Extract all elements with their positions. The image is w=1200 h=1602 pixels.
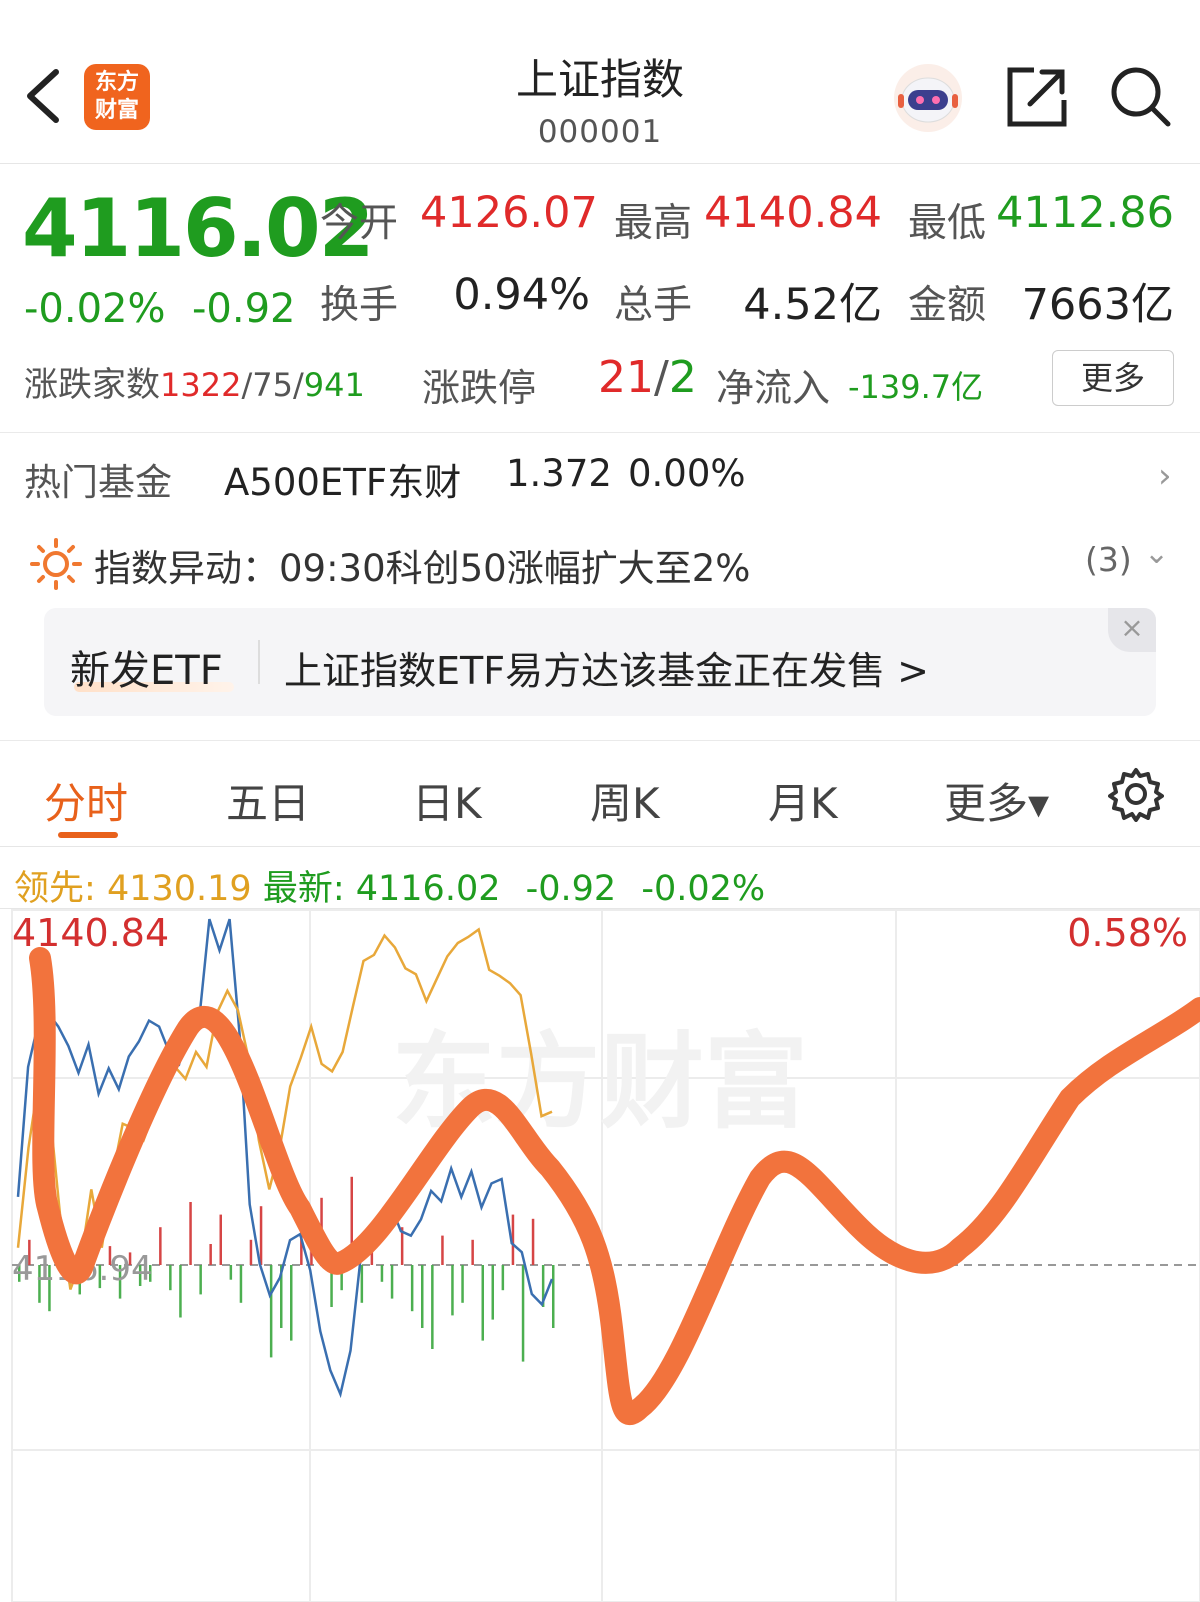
breadth-label: 涨跌家数	[24, 365, 160, 405]
volume-bar	[239, 1265, 243, 1303]
volume-bar	[501, 1265, 505, 1291]
index-alert-text[interactable]: 指数异动：09:30科创50涨幅扩大至2%	[94, 538, 750, 592]
y-max-pct-label: 0.58%	[1067, 911, 1188, 955]
volume-bar	[229, 1265, 233, 1280]
hot-fund-change: 0.00%	[628, 452, 746, 495]
breadth-up: 1322	[160, 366, 242, 404]
tab-weekly-k[interactable]: 周K	[590, 770, 660, 831]
sun-icon	[30, 538, 82, 590]
active-tab-indicator	[58, 832, 118, 838]
volume-value: 4.52亿	[743, 280, 882, 330]
open-value: 4126.07	[420, 188, 598, 238]
volume-bar	[441, 1235, 444, 1265]
limit-value: 21/2	[598, 352, 697, 403]
volume-bar	[552, 1265, 555, 1328]
breadth-flat: 75	[252, 366, 293, 404]
amount-label: 金额	[908, 283, 987, 328]
volume-bar	[189, 1202, 192, 1265]
tab-five-day[interactable]: 五日	[226, 770, 310, 831]
volume-bar	[269, 1265, 273, 1358]
limit-up: 21	[598, 352, 654, 403]
change-percent: -0.02%	[24, 286, 166, 332]
volume-bar	[169, 1265, 172, 1291]
change-value: -0.92	[192, 286, 296, 332]
chevron-down-icon[interactable]: ⌄	[1144, 536, 1169, 571]
turnover-label: 换手	[320, 283, 399, 328]
last-change: -0.92	[525, 869, 617, 909]
gear-icon[interactable]	[1108, 766, 1164, 822]
divider	[0, 740, 1200, 741]
volume-bar	[179, 1265, 182, 1318]
last-value: 4116.02	[355, 869, 501, 909]
volume-bar	[259, 1206, 263, 1265]
chart-legend: 领先: 4130.19 最新: 4116.02 -0.92 -0.02%	[14, 860, 765, 911]
volume-bar	[199, 1265, 202, 1295]
banner-tag: 新发ETF	[70, 648, 223, 694]
volume-bar	[531, 1218, 535, 1265]
etf-banner[interactable]: 新发ETF 上证指数ETF易方达该基金正在发售 > ×	[44, 608, 1156, 716]
lead-label: 领先:	[14, 869, 96, 909]
volume-bar	[360, 1265, 364, 1303]
volume-bar	[451, 1265, 454, 1316]
volume-bar	[219, 1214, 222, 1265]
tab-more[interactable]: 更多▾	[944, 770, 1049, 831]
banner-separator	[258, 640, 260, 684]
high-label: 最高	[614, 201, 693, 246]
close-icon[interactable]: ×	[1108, 608, 1156, 652]
divider	[0, 846, 1200, 847]
breadth-down: 941	[303, 366, 365, 404]
volume-bar	[431, 1265, 434, 1349]
volume-bar	[410, 1265, 414, 1312]
volume-bar	[380, 1265, 384, 1282]
search-icon[interactable]	[1108, 64, 1174, 130]
volume-bar	[461, 1265, 464, 1303]
volume-bar	[481, 1265, 484, 1341]
net-inflow-value: -139.7亿	[848, 368, 984, 406]
limit-label: 涨跌停	[422, 366, 537, 410]
volume-bar	[390, 1265, 394, 1299]
hot-fund-price: 1.372	[506, 452, 612, 495]
volume-bar	[421, 1265, 424, 1328]
last-pct: -0.02%	[641, 869, 766, 909]
turnover-value: 0.94%	[453, 270, 590, 320]
divider	[0, 432, 1200, 433]
lead-value: 4130.19	[106, 869, 252, 909]
tab-daily-k[interactable]: 日K	[412, 770, 482, 831]
hot-fund-label: 热门基金	[24, 461, 172, 504]
intraday-chart[interactable]: 东方财富 4140.84 0.58% 4116.94	[0, 908, 1200, 1602]
high-value: 4140.84	[704, 188, 882, 238]
last-label: 最新:	[262, 869, 345, 909]
volume-bar	[521, 1265, 525, 1362]
volume-bar	[209, 1244, 212, 1265]
volume-bar	[159, 1227, 162, 1265]
ai-assistant-icon[interactable]	[890, 62, 966, 134]
top-bar: 东方 财富 上证指数 000001	[0, 0, 1200, 164]
volume-bar	[249, 1239, 253, 1265]
volume-bar	[290, 1265, 293, 1341]
share-icon[interactable]	[1004, 64, 1070, 130]
open-label: 今开	[320, 201, 399, 246]
amount-value: 7663亿	[1021, 280, 1174, 330]
net-inflow-label: 净流入	[716, 366, 831, 410]
low-label: 最低	[908, 201, 987, 246]
advance-decline: 涨跌家数1322/75/941	[24, 365, 365, 405]
alert-count: (3)	[1085, 540, 1132, 579]
more-button[interactable]: 更多	[1052, 350, 1174, 406]
limit-down: 2	[668, 352, 697, 403]
chevron-right-icon[interactable]: ›	[1158, 456, 1172, 496]
low-value: 4112.86	[996, 188, 1174, 238]
hot-fund-name[interactable]: A500ETF东财	[224, 452, 461, 506]
volume-bar	[471, 1239, 474, 1265]
volume-label: 总手	[614, 283, 693, 328]
volume-bar	[491, 1265, 494, 1320]
tab-intraday[interactable]: 分时	[44, 770, 128, 831]
banner-text[interactable]: 上证指数ETF易方达该基金正在发售 >	[284, 640, 929, 695]
tab-monthly-k[interactable]: 月K	[768, 770, 838, 831]
